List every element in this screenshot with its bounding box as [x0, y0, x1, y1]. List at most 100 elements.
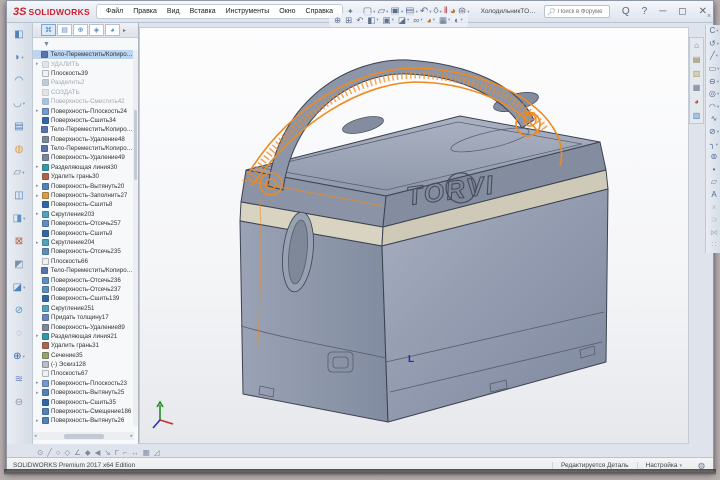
- design-library-icon[interactable]: ▤: [690, 53, 703, 66]
- display-style-icon[interactable]: ◪ ▾: [398, 16, 409, 25]
- corner-rectangle-icon[interactable]: ▭ ▾: [706, 63, 720, 76]
- solidworks-resources-icon[interactable]: ⌂: [690, 39, 703, 52]
- mirror-entities-icon[interactable]: ⋈: [706, 227, 720, 240]
- feature-tree-item[interactable]: ▸ Скругление203: [33, 210, 134, 219]
- minimize-button[interactable]: ─: [656, 6, 669, 17]
- feature-tree-item[interactable]: ▸ Поверхность-Сшить139: [33, 294, 134, 303]
- feature-tree-item[interactable]: ▸ Поверхность-Отсечь236: [33, 275, 134, 284]
- file-explorer-icon[interactable]: ▥: [690, 67, 703, 80]
- help-icon[interactable]: ?: [639, 6, 651, 17]
- feature-tree-item[interactable]: ▸ Поверхность-Сшить9: [33, 228, 134, 237]
- filled-surface-icon[interactable]: ◍: [7, 138, 31, 161]
- feature-tree-item[interactable]: ▸ Поверхность-Сместить42: [33, 97, 134, 106]
- tab-configurationmanager[interactable]: ⊕: [73, 24, 88, 36]
- section-view-icon[interactable]: ◧ ▾: [367, 16, 378, 25]
- cut-with-surface-icon[interactable]: ⊖: [7, 391, 31, 414]
- feature-tree-item[interactable]: ▸ СОЗДАТЬ: [33, 88, 134, 97]
- view-palette-icon[interactable]: ▦: [690, 81, 703, 94]
- sketch-icon[interactable]: C ▾: [706, 25, 720, 38]
- feature-tree-item[interactable]: ▸ Поверхность-Отсечь237: [33, 285, 134, 294]
- feature-tree-item[interactable]: ▸ Тело-Переместить/Копировать3: [33, 50, 134, 60]
- toolbar-close-icon[interactable]: ×: [707, 13, 711, 20]
- feature-tree-item[interactable]: ▸ Скругление204: [33, 238, 134, 247]
- untrim-surface-icon[interactable]: ◌: [7, 322, 31, 345]
- point-icon[interactable]: •: [706, 164, 720, 177]
- tree-horizontal-scrollbar[interactable]: ◂ ▸: [33, 432, 134, 440]
- feature-tree-item[interactable]: ▸ Поверхность-Удаление48: [33, 135, 134, 144]
- menu-window[interactable]: Окно: [274, 8, 300, 15]
- swept-surface-icon[interactable]: ◠: [7, 69, 31, 92]
- feature-tree-item[interactable]: ▸ Поверхность-Отсечь257: [33, 219, 134, 228]
- lofted-surface-icon[interactable]: ◡ ▾: [7, 92, 31, 115]
- offset-entities-icon[interactable]: ⊚: [706, 151, 720, 164]
- knit-surface-icon[interactable]: ⊕ ▾: [7, 345, 31, 368]
- feature-tree-item[interactable]: ▸ Поверхность-Заполнить27: [33, 191, 134, 200]
- customize-menu[interactable]: Настройка ▾: [636, 461, 691, 469]
- feature-tree-item[interactable]: ▸ Поверхность-Сшить8: [33, 200, 134, 209]
- feature-tree-item[interactable]: ▸ Тело-Переместить/Копировать7: [33, 266, 134, 275]
- feature-tree-item[interactable]: ▸ Тело-Переместить/Копировать4: [33, 125, 134, 134]
- feature-tree-item[interactable]: ▸ Придать толщину17: [33, 313, 134, 322]
- hide-show-items-icon[interactable]: ∞ ▾: [413, 16, 422, 25]
- tree-vertical-scrollbar[interactable]: [133, 50, 138, 426]
- feature-tree-item[interactable]: ▸ Удалить грань30: [33, 172, 134, 181]
- feature-tree-item[interactable]: ▸ Поверхность-Сшить35: [33, 397, 134, 406]
- trim-surface-icon[interactable]: ⊘: [7, 299, 31, 322]
- feature-tree-item[interactable]: ▸ Разделяющая линия21: [33, 332, 134, 341]
- feature-tree-item[interactable]: ▸ Поверхность-Вытянуть25: [33, 388, 134, 397]
- ruled-surface-icon[interactable]: ◨ ▾: [7, 207, 31, 230]
- restore-button[interactable]: ◻: [675, 6, 689, 17]
- graphics-viewport[interactable]: TORVI L: [139, 27, 689, 444]
- previous-view-icon[interactable]: ↶: [356, 16, 363, 25]
- menu-file[interactable]: Файл: [101, 8, 128, 15]
- feature-tree-item[interactable]: ▸ Поверхность-Удаление49: [33, 153, 134, 162]
- filter-icon[interactable]: ▼: [43, 41, 50, 48]
- feature-tree-item[interactable]: ▸ Плоскость39: [33, 69, 134, 78]
- feature-tree-item[interactable]: ▸ Поверхность-Плоскость24: [33, 106, 134, 115]
- apply-scene-icon[interactable]: ▦ ▾: [439, 16, 450, 25]
- feature-tree-item[interactable]: ▸ Сечение35: [33, 351, 134, 360]
- extend-surface-icon[interactable]: ◪ ▾: [7, 276, 31, 299]
- model-canvas[interactable]: TORVI L: [140, 28, 690, 445]
- sketch-pattern-icon[interactable]: ∷: [706, 239, 720, 252]
- tab-displaymanager[interactable]: ◕: [105, 24, 120, 36]
- circle-icon[interactable]: ◎ ▾: [706, 88, 720, 101]
- planar-surface-icon[interactable]: ▱ ▾: [7, 161, 31, 184]
- line-icon[interactable]: ╱ ▾: [706, 50, 720, 63]
- thicken-icon[interactable]: ≋: [7, 368, 31, 391]
- boundary-surface-icon[interactable]: ▤: [7, 115, 31, 138]
- plane-icon[interactable]: ▱: [706, 176, 720, 189]
- spline-icon[interactable]: ∿: [706, 113, 720, 126]
- feature-tree-item[interactable]: ▸ (-) Эскиз128: [33, 360, 134, 369]
- replace-face-icon[interactable]: ◩: [7, 253, 31, 276]
- feature-tree-item[interactable]: ▸ Скругление251: [33, 304, 134, 313]
- trim-entities-icon[interactable]: ×: [706, 201, 720, 214]
- centerpoint-arc-icon[interactable]: ◠ ▾: [706, 101, 720, 114]
- sketch-fillet-icon[interactable]: ╮ ▾: [706, 138, 720, 151]
- edit-appearance-icon[interactable]: ◕ ▾: [427, 16, 435, 25]
- search-dropdown-icon[interactable]: Q: [619, 6, 633, 17]
- delete-face-icon[interactable]: ⊠: [7, 230, 31, 253]
- feature-tree-item[interactable]: ▸ Поверхность-Удаление89: [33, 322, 134, 331]
- custom-properties-icon[interactable]: ▧: [690, 109, 703, 122]
- feature-tree-item[interactable]: ▸ Поверхность-Вытянуть26: [33, 416, 134, 425]
- feature-tree-item[interactable]: ▸ Поверхность-Сшить34: [33, 116, 134, 125]
- straight-slot-icon[interactable]: ⊖ ▾: [706, 75, 720, 88]
- tab-featuremanager-tree[interactable]: ⌘: [41, 24, 56, 36]
- extruded-surface-icon[interactable]: ◧: [7, 23, 31, 46]
- menu-view[interactable]: Вид: [162, 8, 185, 15]
- feature-tree-item[interactable]: ▸ Плоскость66: [33, 257, 134, 266]
- ellipse-icon[interactable]: ⊘ ▾: [706, 126, 720, 139]
- feature-tree-item[interactable]: ▸ УДАЛИТЬ: [33, 59, 134, 68]
- menu-insert[interactable]: Вставка: [185, 8, 221, 15]
- zoom-to-area-icon[interactable]: ⊞: [345, 16, 352, 25]
- menu-tools[interactable]: Инструменты: [221, 8, 275, 15]
- menu-edit[interactable]: Правка: [128, 8, 162, 15]
- feature-tree-item[interactable]: ▸ Удалить грань31: [33, 341, 134, 350]
- smart-dimension-icon[interactable]: ↺ ▾: [706, 38, 720, 51]
- feature-tree-item[interactable]: ▸ Плоскость67: [33, 369, 134, 378]
- feature-tree-item[interactable]: ▸ Поверхность-Плоскость23: [33, 379, 134, 388]
- feature-tree-item[interactable]: ▸ Тело-Переместить/Копировать5: [33, 144, 134, 153]
- view-orientation-icon[interactable]: ▣ ▾: [383, 16, 394, 25]
- appearances-scenes-icon[interactable]: ◕: [690, 95, 703, 108]
